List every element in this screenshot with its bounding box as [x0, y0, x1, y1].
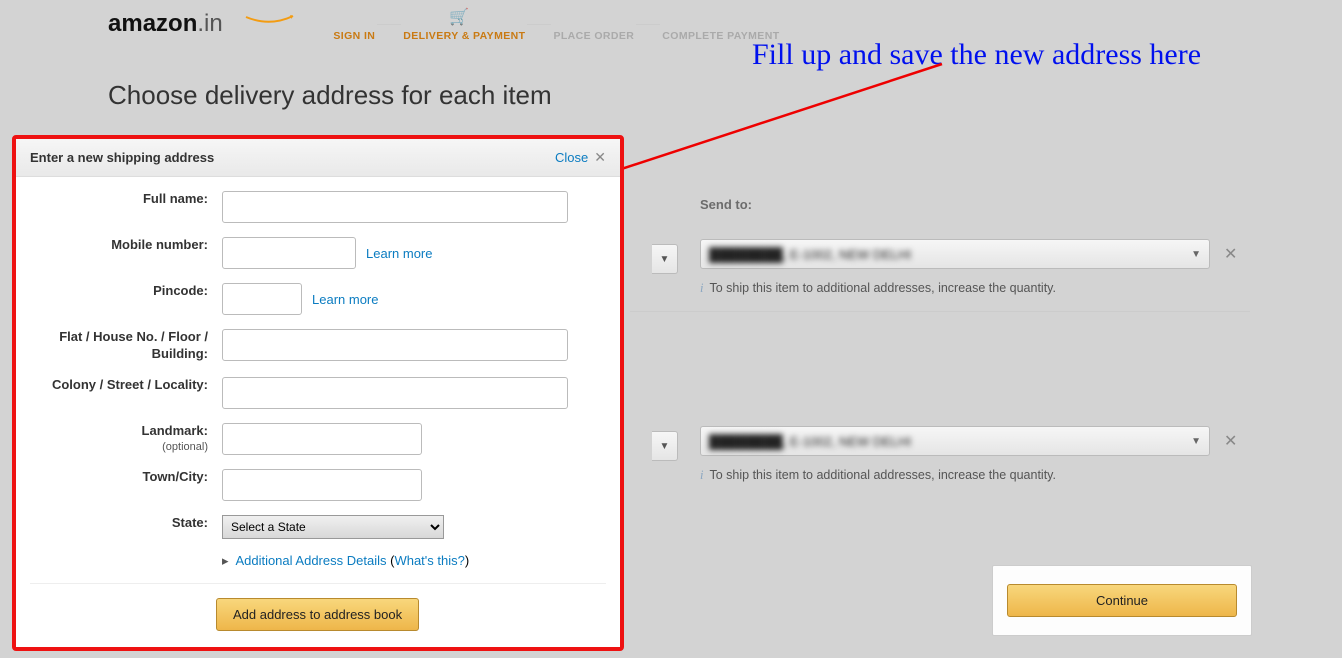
pincode-learn-more-link[interactable]: Learn more [312, 292, 378, 307]
whats-this-link[interactable]: What's this? [394, 553, 464, 568]
state-select[interactable]: Select a State [222, 515, 444, 539]
fullname-label: Full name: [36, 191, 222, 208]
additional-details-link[interactable]: Additional Address Details [235, 553, 386, 568]
cart-icon: 🛒 [449, 7, 469, 27]
chevron-down-icon: ▼ [1191, 249, 1201, 260]
info-icon: i [700, 281, 703, 295]
remove-address-1[interactable]: ✕ [1224, 244, 1237, 264]
hint-text-1: To ship this item to additional addresse… [709, 281, 1056, 295]
step-place-order: PLACE ORDER [551, 10, 636, 42]
address-value-1: ████████, E-1002, NEW DELHI [709, 247, 911, 262]
item-divider [630, 311, 1250, 312]
amazon-logo[interactable]: amazon.in [108, 10, 299, 38]
annotation-arrow-icon [582, 58, 952, 188]
colony-input[interactable] [222, 377, 568, 409]
address-select-1[interactable]: ████████, E-1002, NEW DELHI ▼ [700, 239, 1210, 269]
chevron-down-icon: ▼ [660, 254, 670, 265]
checkout-steps: 🛒 SIGN IN DELIVERY & PAYMENT PLACE ORDER… [331, 10, 781, 42]
town-input[interactable] [222, 469, 422, 501]
hint-text-2: To ship this item to additional addresse… [709, 468, 1056, 482]
modal-close-button[interactable]: Close ✕ [555, 149, 606, 166]
mobile-label: Mobile number: [36, 237, 222, 254]
annotation-text: Fill up and save the new address here [752, 38, 1201, 72]
send-to-label-1: Send to: [700, 197, 752, 212]
logo-main: amazon [108, 10, 197, 37]
flat-label: Flat / House No. / Floor / Building: [36, 329, 222, 363]
add-address-button[interactable]: Add address to address book [216, 598, 419, 631]
qty-dropdown-2[interactable]: ▼ [652, 431, 678, 461]
landmark-label: Landmark:(optional) [36, 423, 222, 454]
close-icon: ✕ [594, 149, 606, 166]
chevron-down-icon: ▼ [1191, 436, 1201, 447]
address-select-2[interactable]: ████████, E-1002, NEW DELHI ▼ [700, 426, 1210, 456]
continue-panel: Continue [992, 565, 1252, 636]
info-icon: i [700, 468, 703, 482]
qty-dropdown-1[interactable]: ▼ [652, 244, 678, 274]
state-label: State: [36, 515, 222, 532]
logo-suffix: .in [197, 10, 222, 37]
town-label: Town/City: [36, 469, 222, 486]
page-title: Choose delivery address for each item [108, 80, 1342, 111]
amazon-smile-icon [235, 15, 305, 25]
close-label: Close [555, 150, 588, 165]
address-value-2: ████████, E-1002, NEW DELHI [709, 434, 911, 449]
pincode-input[interactable] [222, 283, 302, 315]
step-complete-payment: COMPLETE PAYMENT [660, 10, 781, 42]
landmark-input[interactable] [222, 423, 422, 455]
mobile-input[interactable] [222, 237, 356, 269]
mobile-learn-more-link[interactable]: Learn more [366, 246, 432, 261]
remove-address-2[interactable]: ✕ [1224, 431, 1237, 451]
step-signin: SIGN IN [331, 10, 377, 42]
caret-right-icon: ▸ [222, 553, 229, 568]
new-address-modal: Enter a new shipping address Close ✕ Ful… [12, 135, 624, 651]
chevron-down-icon: ▼ [660, 441, 670, 452]
continue-button[interactable]: Continue [1007, 584, 1237, 617]
fullname-input[interactable] [222, 191, 568, 223]
modal-title: Enter a new shipping address [30, 150, 214, 165]
colony-label: Colony / Street / Locality: [36, 377, 222, 394]
pincode-label: Pincode: [36, 283, 222, 300]
flat-input[interactable] [222, 329, 568, 361]
